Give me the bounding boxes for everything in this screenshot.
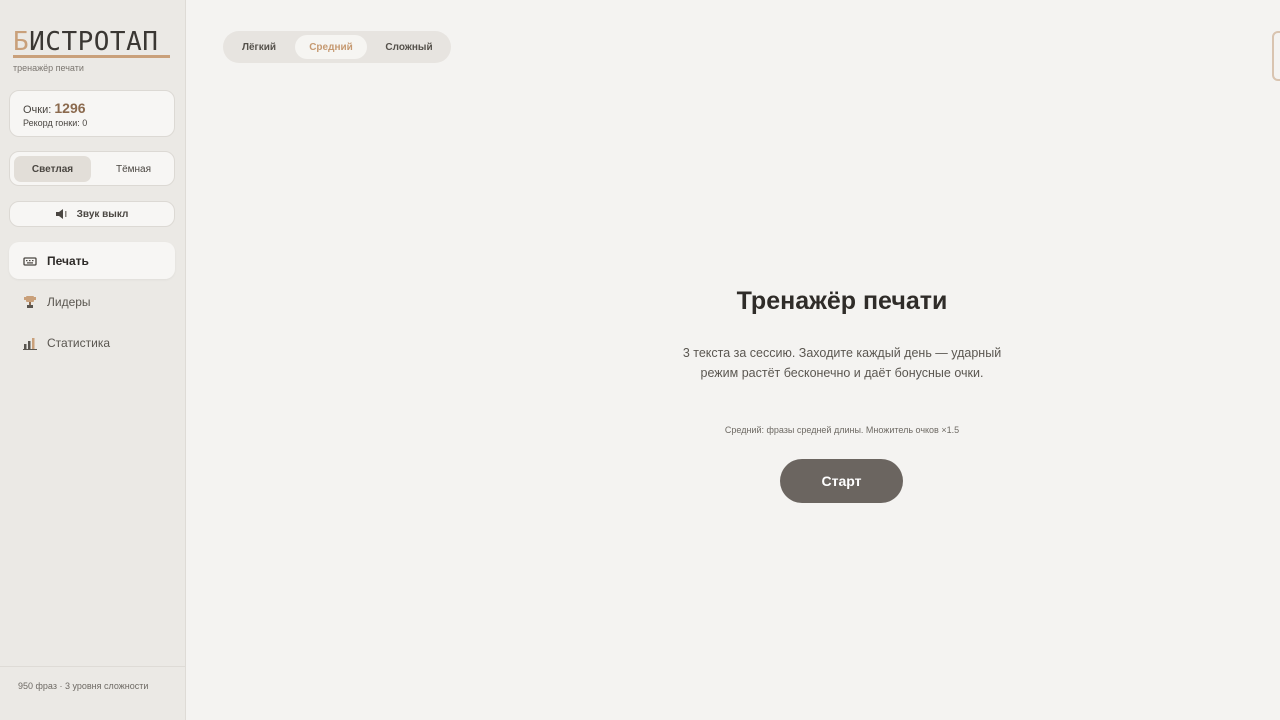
theme-light-button[interactable]: Светлая <box>14 156 91 182</box>
keyboard-icon <box>23 254 37 268</box>
sound-label: Звук выкл <box>76 208 129 220</box>
bar-chart-icon <box>23 336 37 350</box>
score-line: Очки: 1296 <box>23 100 86 116</box>
difficulty-hard-button[interactable]: Сложный <box>373 35 445 59</box>
sound-toggle-button[interactable]: Звук выкл <box>9 201 175 227</box>
score-value: 1296 <box>54 100 86 116</box>
score-card: Очки: 1296 Рекорд гонки: 0 <box>9 90 175 137</box>
start-button[interactable]: Старт <box>780 459 903 503</box>
theme-dark-button[interactable]: Тёмная <box>95 156 172 182</box>
nav-item-leaders[interactable]: Лидеры <box>9 283 175 320</box>
score-label: Очки: <box>23 104 52 116</box>
nav-item-statistics[interactable]: Статистика <box>9 324 175 361</box>
brand-subtitle: тренажёр печати <box>13 63 84 73</box>
nav-label-leaders: Лидеры <box>47 294 91 309</box>
trophy-icon <box>23 295 37 309</box>
difficulty-medium-button[interactable]: Средний <box>295 35 367 59</box>
speaker-icon <box>55 209 70 219</box>
logo-first-letter: Б <box>13 27 30 57</box>
sidebar: Б ИСТРОТАП тренажёр печати Очки: 1296 Рек… <box>0 0 186 720</box>
race-record: Рекорд гонки: 0 <box>23 118 88 128</box>
theme-switcher: Светлая Тёмная <box>9 151 175 186</box>
session-description: 3 текста за сессию. Заходите каждый день… <box>682 346 1002 380</box>
logo: Б ИСТРОТАП <box>13 28 171 58</box>
sidebar-footer: 950 фраз · 3 уровня сложности <box>0 666 185 720</box>
logo-underline <box>13 55 170 58</box>
side-panel-tab[interactable] <box>1272 31 1280 81</box>
difficulty-easy-button[interactable]: Лёгкий <box>229 35 289 59</box>
page-title: Тренажёр печати <box>736 287 948 315</box>
nav-label-statistics: Статистика <box>47 335 111 350</box>
nav-item-typing[interactable]: Печать <box>9 242 175 279</box>
logo-rest: ИСТРОТАП <box>29 27 159 57</box>
nav-label-typing: Печать <box>47 253 89 268</box>
footer-text: 950 фраз · 3 уровня сложности <box>18 681 149 691</box>
difficulty-selector: Лёгкий Средний Сложный <box>223 31 451 63</box>
difficulty-note: Средний: фразы средней длины. Множитель … <box>724 425 960 435</box>
